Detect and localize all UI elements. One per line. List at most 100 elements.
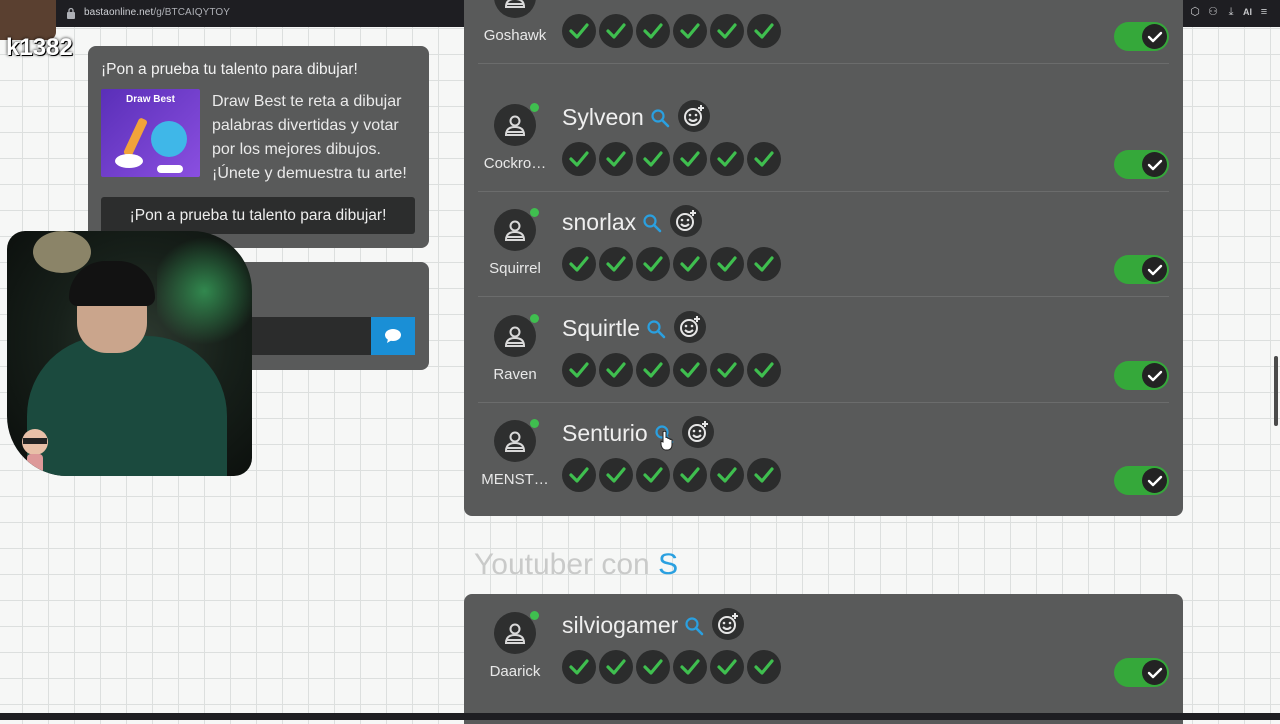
approve-toggle[interactable] — [1114, 466, 1169, 495]
vote-check[interactable] — [562, 458, 596, 492]
check-icon — [643, 151, 663, 167]
url-host: bastaonline.net — [84, 7, 154, 18]
vote-check[interactable] — [599, 142, 633, 176]
search-answer-button[interactable] — [642, 213, 662, 238]
vote-check[interactable] — [673, 353, 707, 387]
online-status-dot — [530, 103, 539, 112]
vote-check[interactable] — [599, 458, 633, 492]
check-icon — [1147, 370, 1162, 381]
online-status-dot — [530, 611, 539, 620]
ai-button[interactable]: AI — [1243, 5, 1252, 19]
players-panel: Goshawk Cockro… Sylveon Squirrel snorlax Rave… — [464, 0, 1183, 516]
cartoon-avatar-icon — [22, 429, 48, 474]
add-reaction-button[interactable] — [673, 311, 706, 343]
avatar — [494, 612, 536, 654]
check-icon — [717, 362, 737, 378]
search-answer-button[interactable] — [684, 616, 704, 641]
vote-check[interactable] — [562, 14, 596, 48]
add-reaction-icon — [718, 613, 739, 634]
user-icon — [504, 431, 526, 452]
check-icon — [569, 151, 589, 167]
vote-check[interactable] — [636, 353, 670, 387]
approve-toggle[interactable] — [1114, 22, 1169, 51]
microphone — [33, 231, 91, 273]
check-icon — [569, 659, 589, 675]
approve-toggle[interactable] — [1114, 150, 1169, 179]
vote-check[interactable] — [562, 142, 596, 176]
vote-check[interactable] — [636, 247, 670, 281]
vote-check[interactable] — [747, 650, 781, 684]
menu-icon[interactable]: ≡ — [1258, 5, 1270, 19]
add-reaction-button[interactable] — [681, 416, 714, 448]
check-icon — [606, 256, 626, 272]
vote-check[interactable] — [562, 353, 596, 387]
ad-image[interactable]: Draw Best — [101, 89, 200, 177]
vote-check[interactable] — [673, 247, 707, 281]
vote-check[interactable] — [710, 142, 744, 176]
ad-cta-button[interactable]: ¡Pon a prueba tu talento para dibujar! — [101, 197, 415, 234]
extensions-icon[interactable]: ⬡ — [1189, 5, 1201, 19]
vote-check[interactable] — [747, 247, 781, 281]
player-row: Squirrel snorlax — [478, 191, 1169, 297]
vote-check[interactable] — [710, 650, 744, 684]
check-icon — [569, 362, 589, 378]
vote-check[interactable] — [747, 142, 781, 176]
vote-check[interactable] — [599, 353, 633, 387]
vote-check[interactable] — [673, 650, 707, 684]
vote-check[interactable] — [710, 247, 744, 281]
approve-toggle[interactable] — [1114, 361, 1169, 390]
vote-check[interactable] — [710, 353, 744, 387]
player-row: Raven Squirtle — [478, 297, 1169, 403]
vote-check[interactable] — [747, 458, 781, 492]
player-answer: snorlax — [562, 209, 637, 235]
check-icon — [754, 362, 774, 378]
check-icon — [569, 23, 589, 39]
vote-check[interactable] — [710, 458, 744, 492]
add-reaction-button[interactable] — [670, 205, 703, 237]
online-status-dot — [530, 314, 539, 323]
check-icon — [717, 151, 737, 167]
vote-check[interactable] — [599, 247, 633, 281]
check-icon — [1147, 264, 1162, 275]
avatar — [494, 315, 536, 357]
vote-checks — [562, 458, 781, 492]
approve-toggle[interactable] — [1114, 255, 1169, 284]
approve-toggle[interactable] — [1114, 658, 1169, 687]
vote-check[interactable] — [636, 650, 670, 684]
toggle-knob — [1142, 363, 1167, 388]
check-icon — [1147, 475, 1162, 486]
vote-check[interactable] — [747, 353, 781, 387]
category-prefix: Youtuber con — [474, 548, 650, 581]
player-answer: Sylveon — [562, 104, 644, 130]
toggle-knob — [1142, 152, 1167, 177]
scrollbar-thumb[interactable] — [1274, 356, 1278, 426]
vote-check[interactable] — [636, 142, 670, 176]
add-reaction-button[interactable] — [677, 100, 710, 132]
vote-check[interactable] — [599, 650, 633, 684]
address-bar[interactable]: bastaonline.net/g/BTCAIQYTOY — [84, 7, 230, 18]
profile-icon[interactable]: ⚇ — [1207, 5, 1219, 19]
check-icon — [754, 467, 774, 483]
download-icon[interactable]: ⤓ — [1225, 5, 1237, 19]
add-reaction-button[interactable] — [712, 608, 745, 640]
vote-check[interactable] — [636, 458, 670, 492]
vote-check[interactable] — [710, 14, 744, 48]
vote-check[interactable] — [673, 14, 707, 48]
chat-send-button[interactable] — [371, 317, 415, 355]
check-icon — [754, 23, 774, 39]
check-icon — [754, 151, 774, 167]
player-row: Daarick silviogamer — [478, 594, 1169, 699]
category-title: Youtuber con S — [474, 548, 678, 582]
search-answer-button[interactable] — [646, 319, 666, 344]
vote-check[interactable] — [562, 247, 596, 281]
toggle-knob — [1142, 660, 1167, 685]
vote-check[interactable] — [562, 650, 596, 684]
vote-check[interactable] — [636, 14, 670, 48]
vote-check[interactable] — [673, 458, 707, 492]
vote-check[interactable] — [599, 14, 633, 48]
check-icon — [643, 23, 663, 39]
player-answer: silviogamer — [562, 612, 679, 638]
vote-check[interactable] — [673, 142, 707, 176]
vote-check[interactable] — [747, 14, 781, 48]
search-answer-button[interactable] — [650, 108, 670, 133]
